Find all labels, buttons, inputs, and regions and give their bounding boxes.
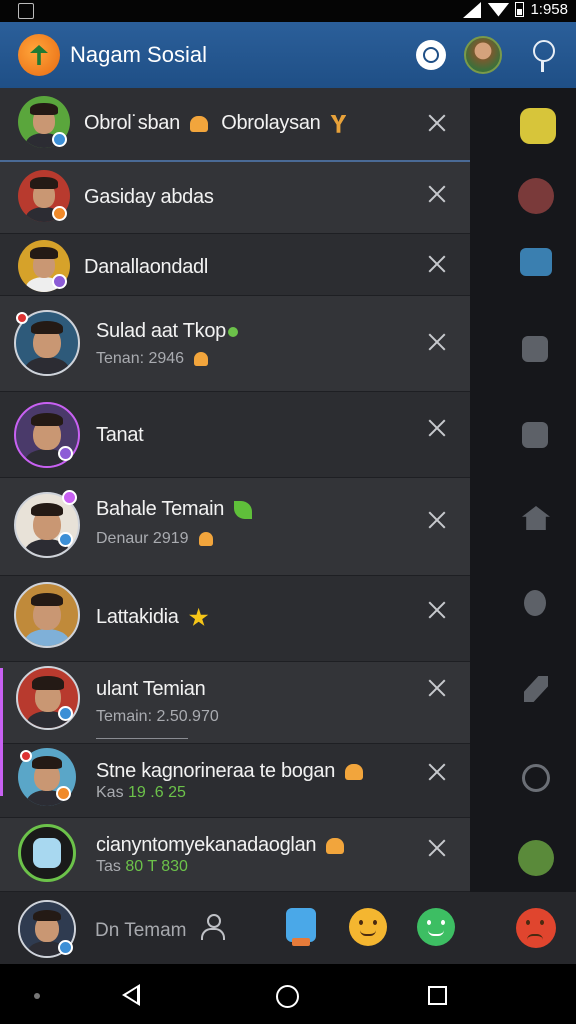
chat-subtitle: Tas 80 T 830 bbox=[96, 858, 188, 875]
battery-icon bbox=[515, 2, 525, 17]
sticker-avatar[interactable] bbox=[518, 840, 554, 876]
chat-list-item[interactable]: ulant Temian Temain: 2.50.970 bbox=[0, 662, 470, 744]
bell-emoji-icon bbox=[189, 115, 208, 132]
key-icon[interactable] bbox=[524, 676, 548, 702]
chat-subtitle: Denaur 2919 bbox=[96, 530, 213, 548]
close-icon[interactable] bbox=[428, 419, 446, 437]
bell-emoji-icon bbox=[326, 837, 345, 854]
verified-badge-icon bbox=[58, 940, 73, 955]
verified-badge-icon bbox=[52, 132, 67, 147]
wifi-icon bbox=[487, 2, 510, 17]
chat-list-drawer: Obrol˙sban Obrolaysan Gasiday abdas Dana… bbox=[0, 88, 470, 892]
status-badge-icon bbox=[20, 750, 32, 762]
chat-list-item[interactable]: Bahale Temain Denaur 2919 bbox=[0, 478, 470, 576]
online-dot-icon bbox=[227, 326, 238, 337]
chat-name: Bahale Temain bbox=[96, 498, 253, 521]
recent-apps-icon[interactable] bbox=[428, 986, 447, 1005]
status-bar: 1:958 bbox=[0, 0, 576, 22]
chat-name: cianyntomyekanadaoglan bbox=[96, 834, 345, 857]
bottom-input-bar: Dn Temam bbox=[0, 892, 576, 964]
home-button-icon[interactable] bbox=[276, 985, 299, 1008]
message-input[interactable]: Dn Temam bbox=[95, 920, 187, 942]
chat-list-item[interactable]: Lattakidia bbox=[0, 576, 470, 662]
verified-badge-icon bbox=[58, 532, 73, 547]
close-icon[interactable] bbox=[428, 114, 446, 132]
close-icon[interactable] bbox=[428, 679, 446, 697]
status-badge-icon bbox=[16, 312, 28, 324]
chat-list-item[interactable]: Obrol˙sban Obrolaysan bbox=[0, 88, 470, 162]
sticker-icon[interactable] bbox=[520, 108, 556, 144]
app-logo[interactable] bbox=[18, 34, 60, 76]
chat-name: Gasiday abdas bbox=[84, 186, 214, 208]
emoji-icon bbox=[198, 531, 213, 546]
status-time: 1:958 bbox=[530, 1, 568, 18]
chat-list-item[interactable]: Tanat bbox=[0, 392, 470, 478]
leaf-emoji-icon bbox=[234, 500, 253, 519]
close-icon[interactable] bbox=[428, 839, 446, 857]
chat-subtitle: Temain: 2.50.970 bbox=[96, 708, 219, 725]
message-icon[interactable] bbox=[522, 422, 548, 448]
chat-bubble-icon[interactable] bbox=[522, 764, 550, 792]
contact-avatar[interactable] bbox=[518, 178, 554, 214]
award-icon[interactable] bbox=[524, 590, 546, 616]
signal-icon bbox=[463, 1, 482, 18]
background-pane bbox=[470, 88, 576, 964]
close-icon[interactable] bbox=[428, 511, 446, 529]
selection-accent bbox=[0, 668, 3, 796]
chat-name: ulant Temian bbox=[96, 678, 206, 700]
home-icon[interactable] bbox=[522, 506, 550, 530]
app-header: Nagam Sosial bbox=[0, 22, 576, 88]
bell-emoji-icon bbox=[345, 763, 364, 780]
chat-name: Obrol˙sban Obrolaysan bbox=[84, 112, 347, 135]
close-icon[interactable] bbox=[428, 333, 446, 351]
search-icon[interactable] bbox=[416, 40, 446, 70]
status-icons: 1:958 bbox=[463, 1, 568, 18]
status-badge-icon bbox=[56, 786, 71, 801]
smile-emoji-button[interactable] bbox=[349, 908, 387, 946]
avatar bbox=[18, 824, 76, 882]
avatar bbox=[16, 666, 80, 730]
close-icon[interactable] bbox=[428, 255, 446, 273]
chat-list-item[interactable]: Stne kagnorineraa te bogan Kas 19 .6 25 bbox=[0, 744, 470, 818]
angry-emoji-button[interactable] bbox=[516, 908, 556, 948]
divider bbox=[96, 738, 188, 739]
profile-avatar[interactable] bbox=[464, 36, 502, 74]
chat-name: Danallaondadl bbox=[84, 256, 208, 278]
close-icon[interactable] bbox=[428, 185, 446, 203]
nav-dot-icon bbox=[34, 993, 40, 999]
status-badge-icon bbox=[58, 446, 73, 461]
app-title: Nagam Sosial bbox=[70, 42, 207, 67]
avatar bbox=[14, 582, 80, 648]
chat-name: Tanat bbox=[96, 424, 144, 446]
chat-list-item[interactable]: Sulad aat Tkop Tenan: 2946 bbox=[0, 296, 470, 392]
robot-sticker-button[interactable] bbox=[286, 908, 316, 946]
chat-list-item[interactable]: Danallaondadl bbox=[0, 234, 470, 296]
screen: 1:958 Nagam Sosial Obrol˙sban Obrolaysan… bbox=[0, 0, 576, 1024]
location-pin-icon[interactable] bbox=[528, 38, 556, 74]
close-icon[interactable] bbox=[428, 601, 446, 619]
chat-list-item[interactable]: cianyntomyekanadaoglan Tas 80 T 830 bbox=[0, 818, 470, 892]
verified-badge-icon bbox=[58, 706, 73, 721]
star-emoji-icon bbox=[189, 607, 209, 626]
green-smile-emoji-button[interactable] bbox=[417, 908, 455, 946]
person-icon[interactable] bbox=[200, 914, 225, 940]
back-icon[interactable] bbox=[122, 984, 140, 1006]
emoji-icon bbox=[330, 114, 347, 133]
chat-list-item[interactable]: Gasiday abdas bbox=[0, 162, 470, 234]
emoji-icon bbox=[194, 351, 209, 366]
chat-subtitle: Kas 19 .6 25 bbox=[96, 784, 186, 801]
status-badge-icon bbox=[52, 274, 67, 289]
chat-name: Sulad aat Tkop bbox=[96, 320, 238, 343]
chat-subtitle: Tenan: 2946 bbox=[96, 350, 209, 368]
chat-name: Lattakidia bbox=[96, 606, 209, 629]
contact-icon[interactable] bbox=[522, 336, 548, 362]
status-badge-icon bbox=[62, 490, 77, 505]
notification-icon bbox=[18, 3, 34, 19]
status-badge-icon bbox=[52, 206, 67, 221]
chat-name: Stne kagnorineraa te bogan bbox=[96, 760, 364, 783]
card-icon[interactable] bbox=[520, 248, 552, 276]
close-icon[interactable] bbox=[428, 763, 446, 781]
system-nav-bar bbox=[0, 964, 576, 1024]
